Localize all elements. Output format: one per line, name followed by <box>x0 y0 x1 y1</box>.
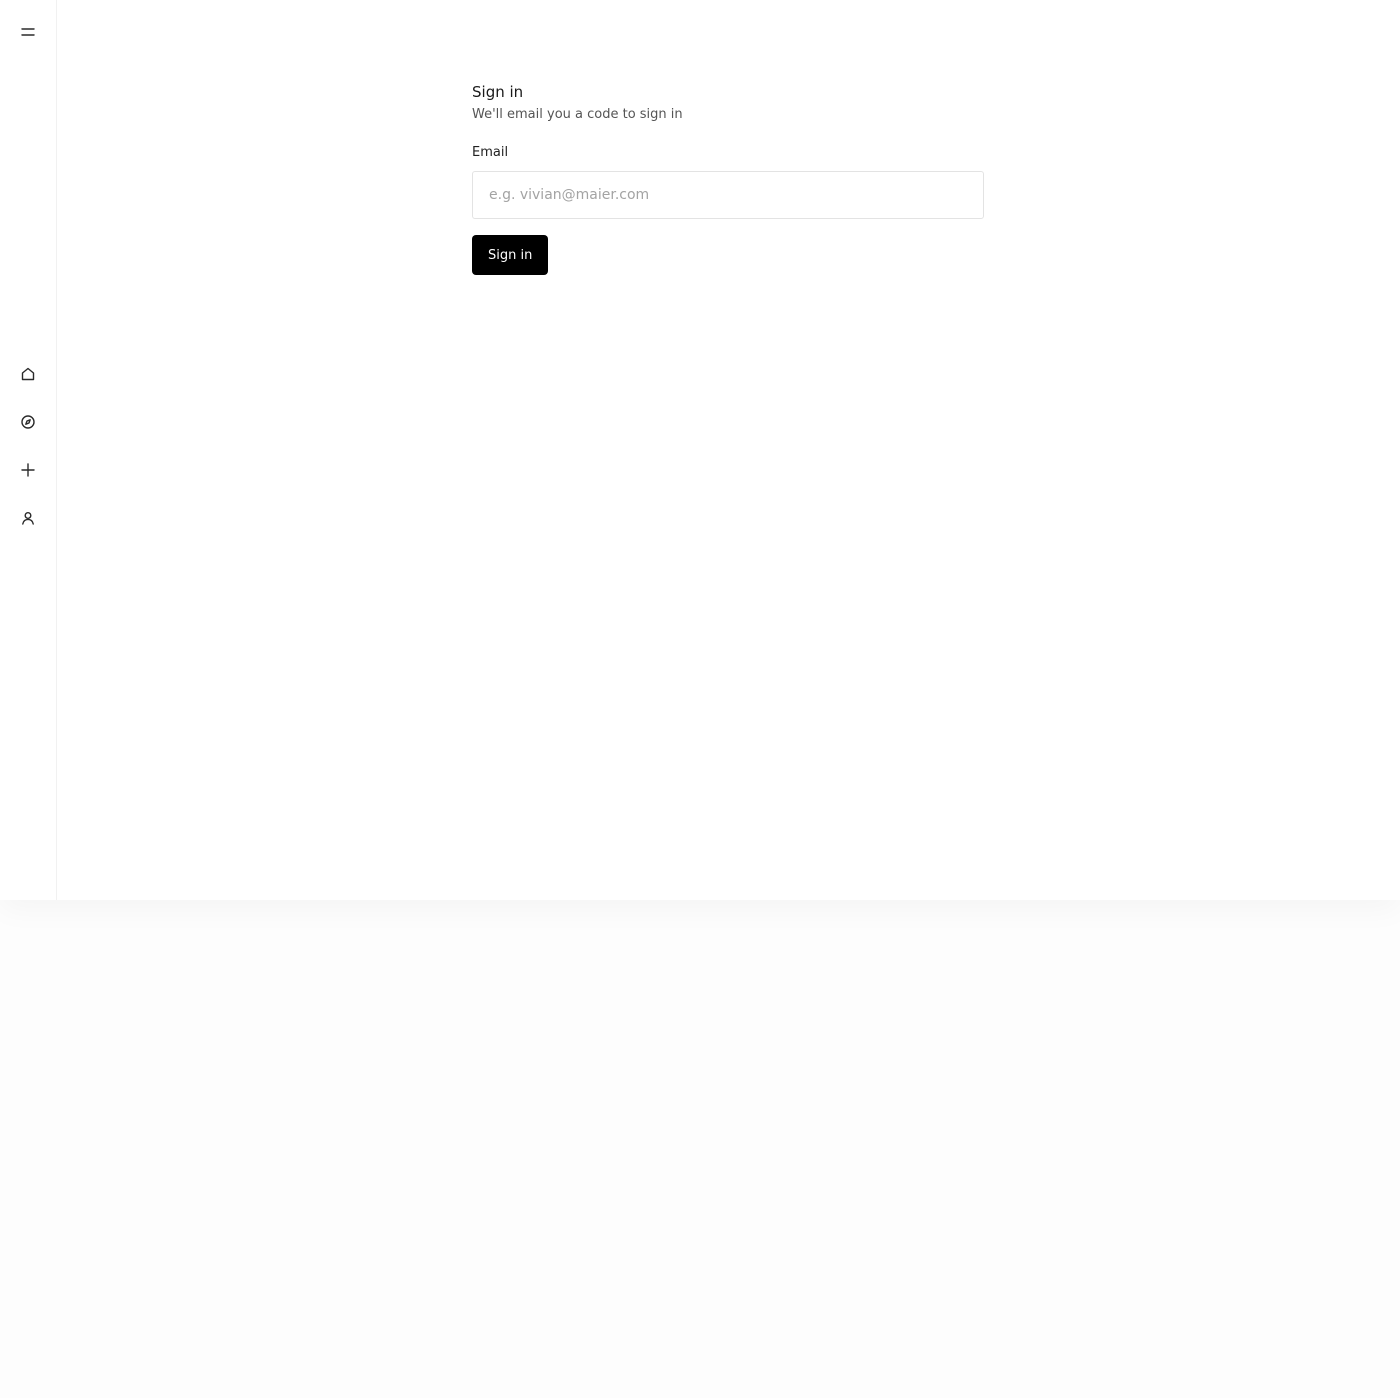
user-icon <box>22 512 34 525</box>
signin-subtitle: We'll email you a code to sign in <box>472 107 683 122</box>
signin-form: Sign in We'll email you a code to sign i… <box>472 82 984 275</box>
main-content: Sign in We'll email you a code to sign i… <box>57 0 1400 900</box>
nav-create-button[interactable] <box>16 458 40 482</box>
home-icon <box>21 367 35 381</box>
signin-title: Sign in <box>472 83 524 101</box>
menu-icon <box>21 28 35 36</box>
email-input[interactable] <box>472 171 984 219</box>
sidebar <box>0 0 57 900</box>
plus-icon <box>21 463 35 477</box>
app-window: Sign in We'll email you a code to sign i… <box>0 0 1400 900</box>
nav-home-button[interactable] <box>16 362 40 386</box>
nav-profile-button[interactable] <box>16 506 40 530</box>
email-label: Email <box>472 145 509 160</box>
nav-explore-button[interactable] <box>16 410 40 434</box>
menu-button[interactable] <box>16 20 40 44</box>
sign-in-button[interactable]: Sign in <box>472 235 549 275</box>
compass-icon <box>21 415 35 429</box>
